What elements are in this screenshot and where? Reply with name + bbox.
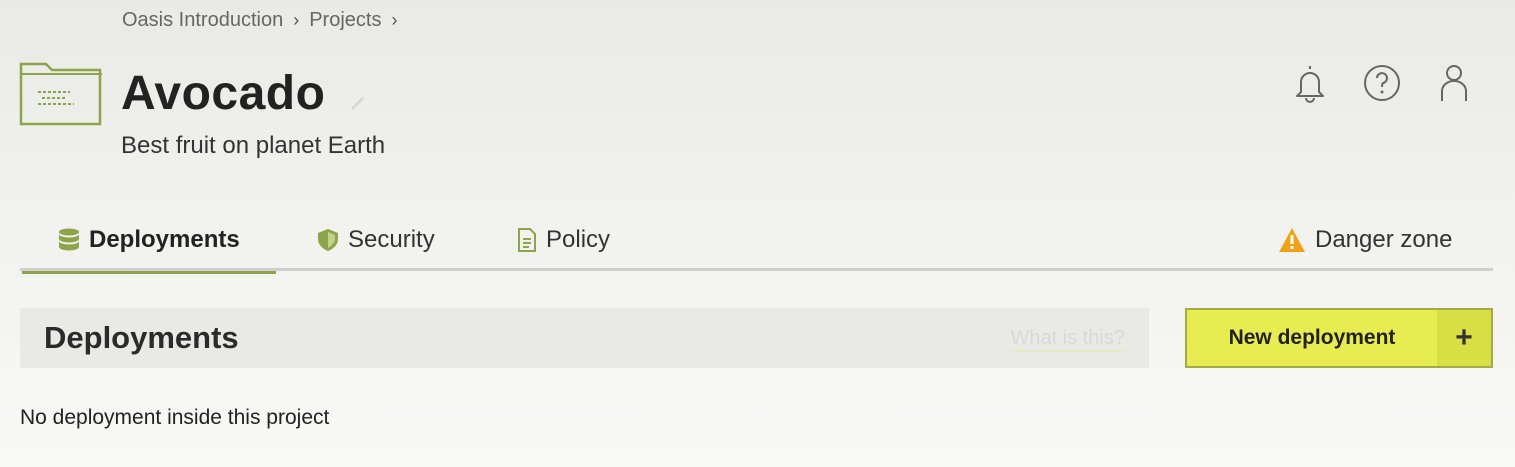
bell-icon <box>1296 66 1324 103</box>
project-subtitle: Best fruit on planet Earth <box>121 132 386 159</box>
tab-label: Policy <box>546 225 611 253</box>
database-icon <box>59 228 79 250</box>
breadcrumb-item-projects[interactable]: Projects <box>309 9 381 32</box>
tab-security[interactable]: Security <box>317 208 435 271</box>
edit-icon[interactable] <box>348 92 368 112</box>
help-button[interactable] <box>1362 62 1402 104</box>
tab-label: Security <box>348 225 435 253</box>
what-is-this-link[interactable]: What is this? <box>1010 327 1125 352</box>
tab-policy[interactable]: Policy <box>517 208 610 271</box>
section-title: Deployments <box>44 320 239 355</box>
shield-icon <box>318 228 338 251</box>
header-actions <box>1290 62 1474 104</box>
tab-bar: Deployments Security Policy Danger zone <box>20 208 1493 274</box>
plus-icon: + <box>1437 310 1491 366</box>
warning-icon <box>1279 227 1305 252</box>
breadcrumb-separator: › <box>391 10 398 30</box>
tab-danger-zone[interactable]: Danger zone <box>1278 208 1452 271</box>
project-folder-icon <box>19 62 102 126</box>
tab-label: Deployments <box>89 225 240 253</box>
new-deployment-button[interactable]: New deployment + <box>1185 308 1493 368</box>
breadcrumb: Oasis Introduction › Projects › <box>122 9 397 32</box>
breadcrumb-item-oasis[interactable]: Oasis Introduction <box>122 9 283 32</box>
empty-state-message: No deployment inside this project <box>20 406 330 429</box>
breadcrumb-separator: › <box>293 10 300 30</box>
tab-deployments[interactable]: Deployments <box>22 208 276 274</box>
help-icon <box>1364 65 1400 101</box>
tab-label: Danger zone <box>1315 225 1453 253</box>
notifications-button[interactable] <box>1290 62 1330 104</box>
document-icon <box>518 227 536 252</box>
user-button[interactable] <box>1434 62 1474 104</box>
section-header: Deployments What is this? <box>20 308 1149 368</box>
user-icon <box>1441 65 1467 101</box>
new-deployment-label: New deployment <box>1228 326 1396 349</box>
project-title: Avocado <box>121 67 326 120</box>
